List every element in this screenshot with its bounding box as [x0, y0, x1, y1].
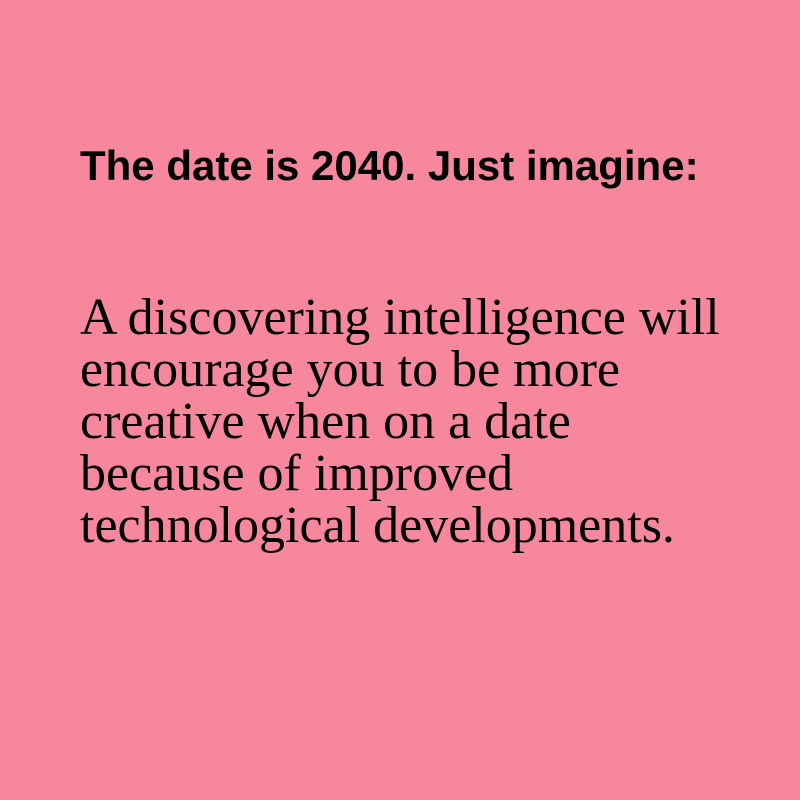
body-text: A discovering intelligence will encourag… — [80, 289, 720, 554]
quote-card: The date is 2040. Just imagine: A discov… — [0, 0, 800, 800]
headline: The date is 2040. Just imagine: — [80, 142, 699, 189]
